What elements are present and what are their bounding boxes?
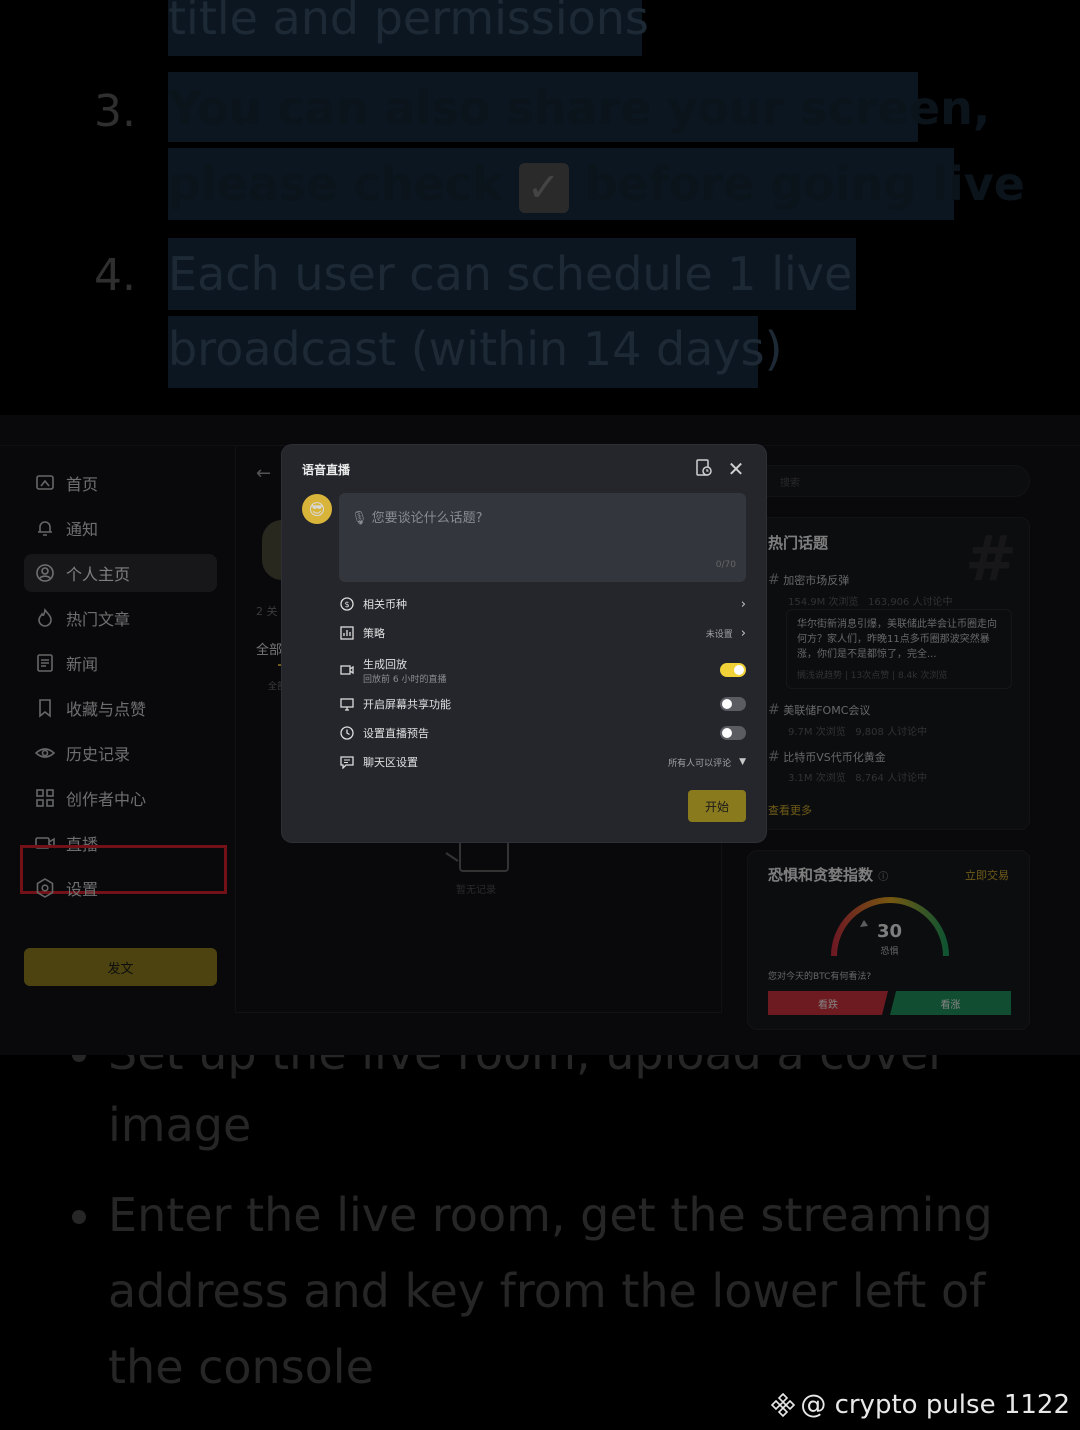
video-icon bbox=[339, 662, 355, 678]
list-number: 3. bbox=[94, 86, 136, 137]
bullet-icon bbox=[72, 1055, 86, 1062]
clock-icon bbox=[339, 725, 355, 741]
voice-live-dialog: 语音直播 ✕ 😎 🎙 您要谈论什么话题? 0/70 $ 相关币种 › 策略 未设… bbox=[282, 445, 766, 842]
chevron-down-icon: ▼ bbox=[739, 757, 746, 767]
replay-subtitle: 回放前 6 小时的直播 bbox=[363, 674, 447, 685]
start-button[interactable]: 开始 bbox=[688, 790, 746, 822]
dialog-title: 语音直播 bbox=[302, 463, 351, 477]
user-avatar: 😎 bbox=[302, 494, 332, 524]
schedule-option: 设置直播预告 bbox=[339, 723, 746, 743]
article-line: image bbox=[108, 1098, 252, 1152]
schedule-toggle[interactable] bbox=[720, 726, 746, 740]
chevron-right-icon: › bbox=[740, 625, 746, 641]
monitor-icon bbox=[339, 696, 355, 712]
bullet-icon bbox=[72, 1210, 86, 1224]
strategy-option[interactable]: 策略 未设置 › bbox=[339, 623, 746, 643]
article-line: You can also share your screen, bbox=[168, 81, 991, 135]
chat-settings-option[interactable]: 聊天区设置 所有人可以评论 ▼ bbox=[339, 752, 746, 772]
article-text: before going live bbox=[584, 157, 1025, 211]
coin-icon: $ bbox=[339, 596, 355, 612]
strategy-value: 未设置 bbox=[705, 629, 733, 640]
article-text: please check bbox=[168, 157, 503, 211]
watermark: @ crypto pulse 1122 bbox=[770, 1390, 1070, 1420]
watermark-text: @ crypto pulse 1122 bbox=[800, 1390, 1070, 1420]
svg-text:$: $ bbox=[344, 600, 349, 609]
list-number: 4. bbox=[94, 250, 136, 301]
article-bottom: Set up the live room, upload a cover ima… bbox=[0, 1055, 1080, 1430]
exchange-logo-icon bbox=[771, 1392, 796, 1418]
checkbox-icon: ✓ bbox=[518, 162, 569, 213]
article-line: title and permissions bbox=[168, 0, 649, 45]
article-line: the console bbox=[108, 1340, 374, 1394]
article-line: Enter the live room, get the streaming bbox=[108, 1188, 993, 1242]
topic-input[interactable]: 🎙 您要谈论什么话题? 0/70 bbox=[339, 493, 746, 582]
related-coin-option[interactable]: $ 相关币种 › bbox=[339, 594, 746, 614]
schedule-icon[interactable] bbox=[694, 459, 714, 479]
article-line: please check ✓ before going live bbox=[168, 154, 1025, 214]
char-counter: 0/70 bbox=[715, 560, 736, 570]
article-line: address and key from the lower left of bbox=[108, 1264, 986, 1318]
screen-share-toggle[interactable] bbox=[720, 697, 746, 711]
chat-icon bbox=[339, 754, 355, 770]
close-icon[interactable]: ✕ bbox=[726, 459, 746, 479]
chat-setting-value: 所有人可以评论 bbox=[668, 758, 732, 769]
replay-toggle[interactable] bbox=[720, 663, 746, 677]
article-line: broadcast (within 14 days) bbox=[168, 322, 783, 376]
article-top: title and permissions 3. You can also sh… bbox=[0, 0, 1080, 415]
topic-placeholder: 🎙 您要谈论什么话题? bbox=[351, 511, 483, 526]
article-line: Set up the live room, upload a cover bbox=[108, 1055, 947, 1083]
chart-icon bbox=[339, 625, 355, 641]
article-line: Each user can schedule 1 live bbox=[168, 247, 853, 301]
chevron-right-icon: › bbox=[740, 596, 746, 612]
replay-option: 生成回放 回放前 6 小时的直播 bbox=[339, 655, 746, 685]
screen-share-option: 开启屏幕共享功能 bbox=[339, 694, 746, 714]
